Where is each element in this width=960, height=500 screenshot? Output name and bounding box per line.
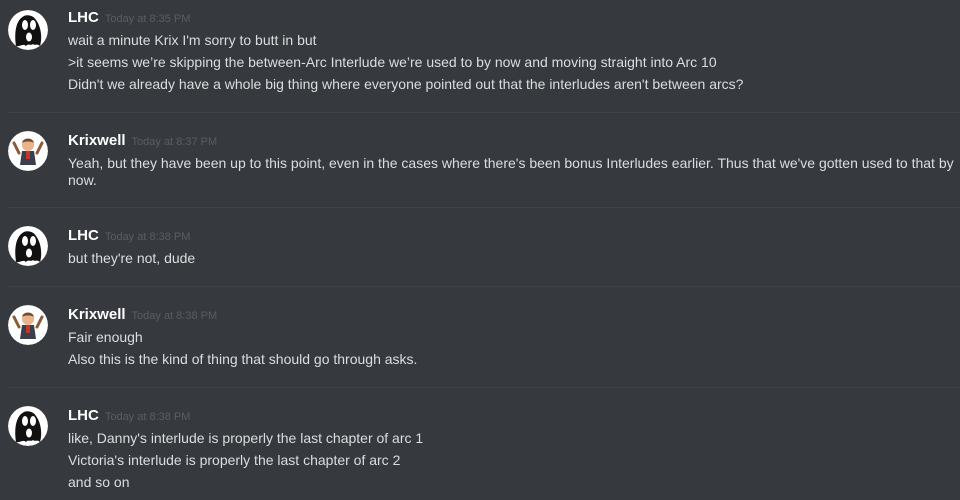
- message-header: LHC Today at 8:38 PM: [68, 227, 190, 245]
- cartoon-character-avatar-icon[interactable]: [8, 131, 48, 171]
- message-text: but they're not, dude: [68, 250, 196, 266]
- message-header: Krixwell Today at 8:38 PM: [68, 306, 217, 324]
- message-divider: [8, 286, 960, 287]
- message-text: Didn't we already have a whole big thing…: [68, 76, 744, 92]
- message-divider: [8, 387, 960, 388]
- message-header: Krixwell Today at 8:37 PM: [68, 132, 217, 150]
- message-divider: [8, 207, 960, 208]
- username[interactable]: LHC: [68, 9, 99, 26]
- message-divider: [8, 112, 960, 113]
- timestamp: Today at 8:37 PM: [131, 136, 218, 148]
- ghost-avatar-icon[interactable]: [8, 10, 48, 50]
- username[interactable]: LHC: [68, 407, 99, 424]
- message-text: wait a minute Krix I'm sorry to butt in …: [68, 32, 317, 48]
- timestamp: Today at 8:38 PM: [104, 231, 191, 243]
- username[interactable]: Krixwell: [68, 306, 126, 323]
- message-text: Yeah, but they have been up to this poin…: [68, 155, 954, 188]
- timestamp: Today at 8:35 PM: [104, 13, 191, 25]
- ghost-avatar-icon[interactable]: [8, 226, 48, 266]
- ghost-avatar-icon[interactable]: [8, 406, 48, 446]
- chat-messages-area: LHC Today at 8:35 PM wait a minute Krix I…: [0, 0, 960, 500]
- message-text: Also this is the kind of thing that shou…: [68, 351, 418, 367]
- message-text: and so on: [68, 474, 130, 490]
- message-text: like, Danny's interlude is properly the …: [68, 430, 424, 446]
- timestamp: Today at 8:38 PM: [104, 411, 191, 423]
- timestamp: Today at 8:38 PM: [131, 310, 218, 322]
- message-header: LHC Today at 8:38 PM: [68, 407, 190, 425]
- username[interactable]: Krixwell: [68, 132, 126, 149]
- username[interactable]: LHC: [68, 227, 99, 244]
- message-text: Fair enough: [68, 329, 143, 345]
- message-header: LHC Today at 8:35 PM: [68, 9, 190, 27]
- message-text: >it seems we’re skipping the between-Arc…: [68, 54, 717, 70]
- message-text: Victoria's interlude is properly the las…: [68, 452, 401, 468]
- cartoon-character-avatar-icon[interactable]: [8, 305, 48, 345]
